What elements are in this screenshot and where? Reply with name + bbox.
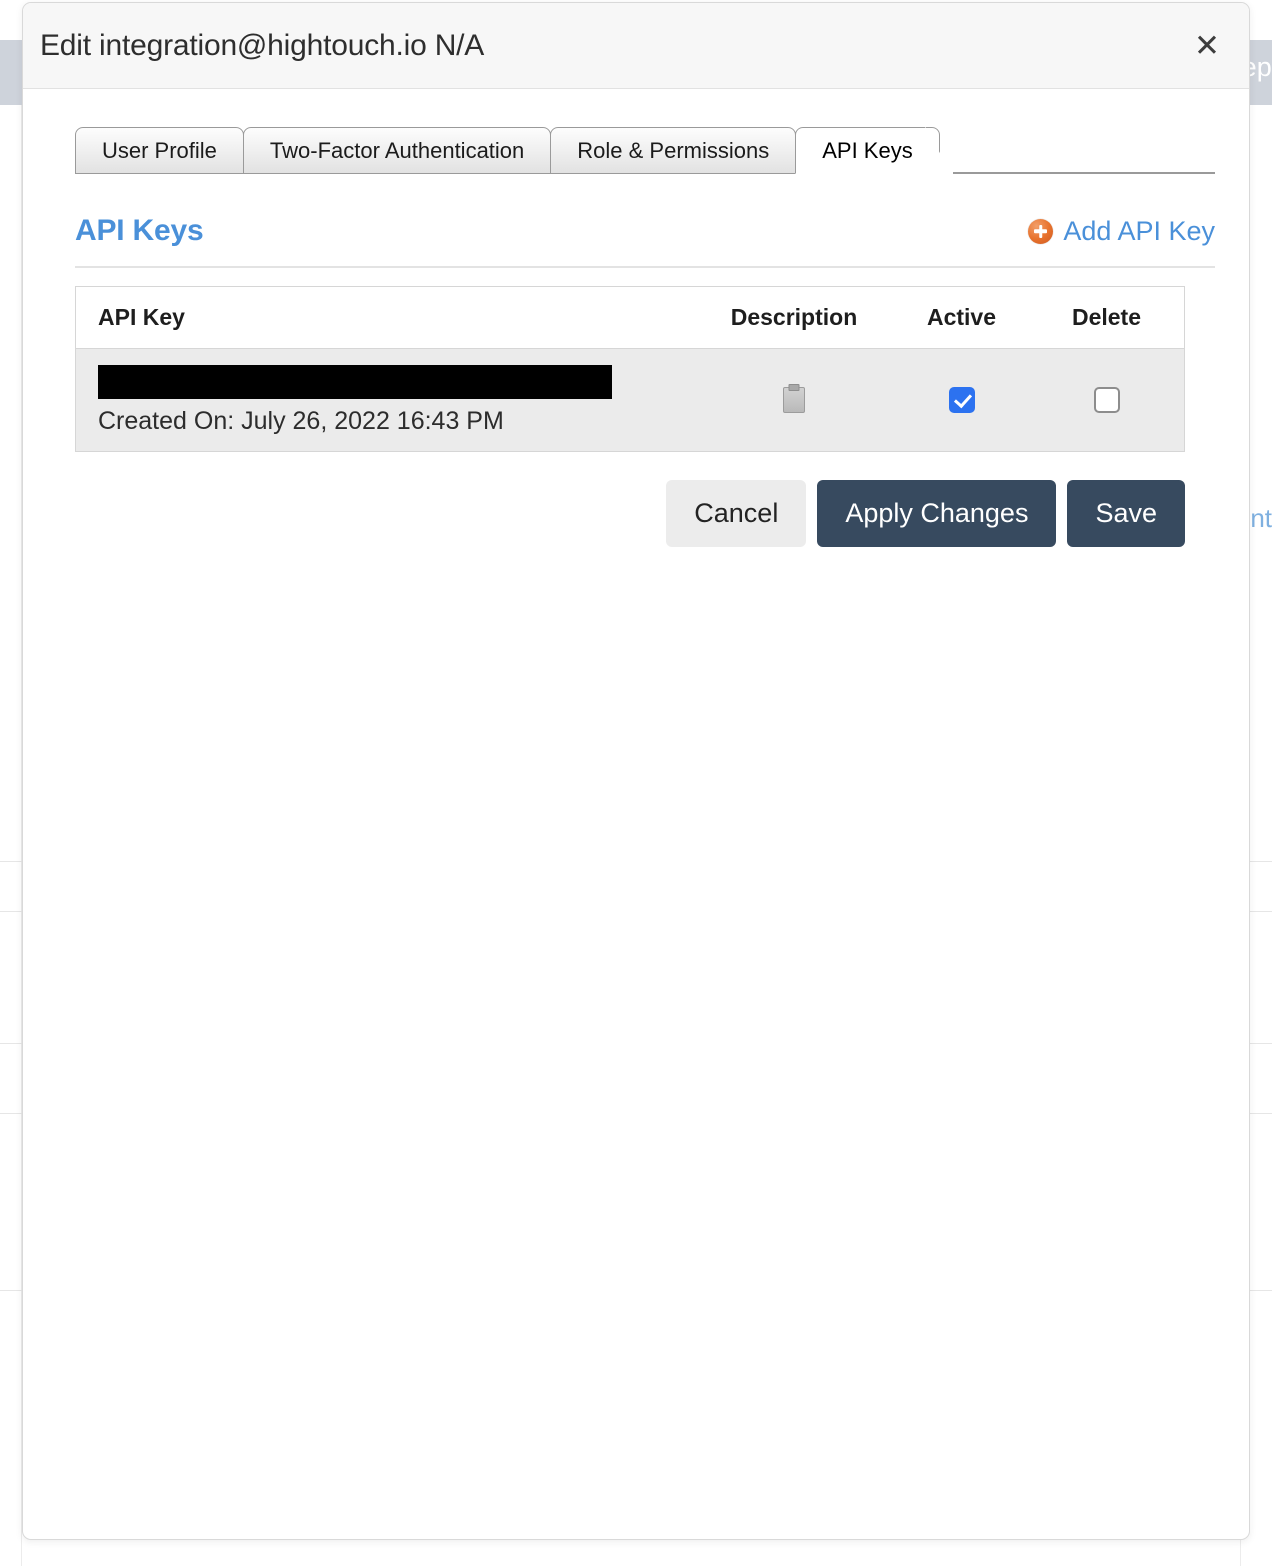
cancel-button[interactable]: Cancel [666, 480, 807, 547]
table-row: Created On: July 26, 2022 16:43 PM [76, 349, 1184, 451]
tab-bar: User Profile Two-Factor Authentication R… [75, 125, 1215, 175]
page-title: API Keys [75, 214, 204, 247]
modal-title: Edit integration@hightouch.io N/A [40, 28, 485, 62]
modal-header: Edit integration@hightouch.io N/A ✕ [23, 3, 1249, 89]
background-header-band-left [0, 40, 22, 105]
description-cell [694, 387, 894, 413]
background-row-divider [0, 911, 22, 912]
tab-role-and-permissions[interactable]: Role & Permissions [550, 127, 797, 174]
background-row-divider [0, 1043, 22, 1044]
tab-label: Role & Permissions [577, 137, 770, 163]
tab-user-profile[interactable]: User Profile [75, 127, 244, 174]
redacted-api-key-value [98, 364, 612, 399]
tab-label: Two-Factor Authentication [269, 137, 525, 163]
background-row-divider [0, 1113, 22, 1114]
column-header-active: Active [926, 304, 997, 330]
table-header-row: API Key Description Active Delete [76, 287, 1184, 349]
background-link-text-fragment: nt [1250, 503, 1272, 533]
active-cell [894, 387, 1029, 413]
note-icon[interactable] [783, 387, 805, 413]
tab-api-keys[interactable]: API Keys [795, 127, 954, 175]
tab-two-factor-authentication[interactable]: Two-Factor Authentication [242, 127, 552, 174]
api-keys-table: API Key Description Active Delete Create… [75, 286, 1185, 452]
api-key-cell: Created On: July 26, 2022 16:43 PM [76, 353, 694, 448]
tab-label: User Profile [102, 137, 217, 163]
section-header: API Keys Add API Key [75, 214, 1215, 268]
plus-circle-icon [1028, 218, 1054, 244]
edit-user-modal: Edit integration@hightouch.io N/A ✕ User… [22, 2, 1250, 1540]
apply-changes-button[interactable]: Apply Changes [817, 480, 1057, 547]
add-api-key-label: Add API Key [1063, 215, 1215, 246]
delete-cell [1029, 387, 1184, 413]
background-row-divider [0, 1290, 22, 1291]
column-header-api-key: API Key [98, 304, 185, 330]
add-api-key-button[interactable]: Add API Key [1028, 216, 1215, 247]
active-checkbox[interactable] [948, 387, 975, 413]
modal-body: User Profile Two-Factor Authentication R… [23, 89, 1249, 547]
column-header-description: Description [730, 304, 858, 330]
column-header-delete: Delete [1071, 304, 1142, 330]
save-button[interactable]: Save [1067, 480, 1185, 547]
action-buttons: Cancel Apply Changes Save [75, 480, 1185, 547]
delete-checkbox[interactable] [1093, 387, 1120, 413]
close-icon[interactable]: ✕ [1187, 26, 1227, 66]
tab-label: API Keys [822, 137, 913, 163]
background-row-divider [0, 861, 22, 862]
api-key-created-on: Created On: July 26, 2022 16:43 PM [98, 406, 504, 435]
